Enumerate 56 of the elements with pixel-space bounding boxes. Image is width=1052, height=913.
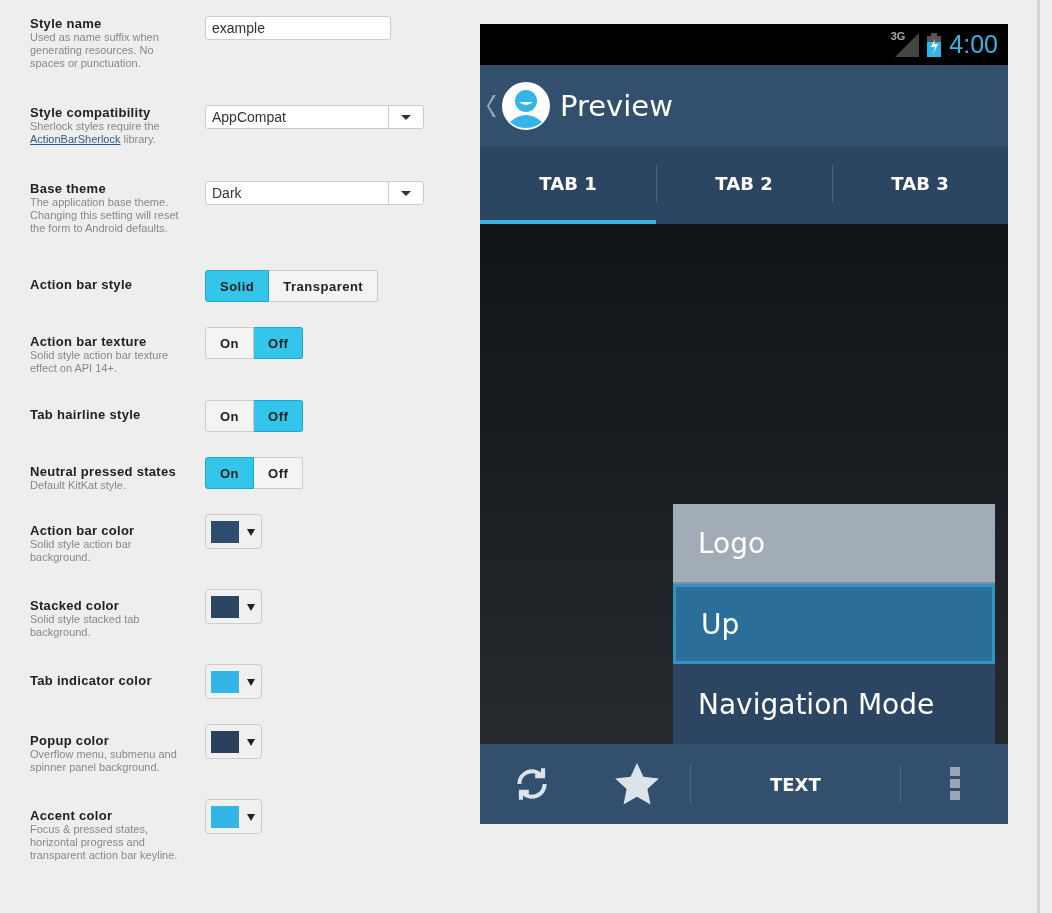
caret-icon bbox=[247, 677, 255, 686]
toggle-option[interactable]: Solid bbox=[205, 270, 270, 302]
dropdown-select[interactable]: Dark bbox=[205, 181, 424, 205]
setting-hint: Sherlock styles require the ActionBarSherlock library. bbox=[30, 120, 161, 146]
library-link[interactable]: ActionBarSherlock bbox=[30, 133, 121, 145]
network-label: 3G bbox=[890, 30, 906, 42]
color-picker[interactable] bbox=[205, 664, 262, 699]
setting-label: Action bar color bbox=[30, 523, 136, 538]
setting-label: Base theme bbox=[30, 181, 107, 196]
setting-hint: Solid style stacked tab background. bbox=[30, 613, 141, 639]
setting-label: Action bar style bbox=[30, 277, 134, 292]
menu-item[interactable]: Navigation Mode bbox=[673, 664, 995, 744]
setting-label: Tab indicator color bbox=[30, 673, 153, 688]
color-picker[interactable] bbox=[205, 724, 262, 759]
caret-icon bbox=[247, 737, 255, 746]
avatar-icon bbox=[502, 82, 550, 130]
setting-hint: Used as name suffix when generating resources. No spaces or punctuation. bbox=[30, 31, 160, 70]
setting-hint: Overflow menu, submenu and spinner panel background. bbox=[30, 748, 178, 774]
preview-tab[interactable]: TAB 3 bbox=[832, 147, 1008, 224]
toggle-option[interactable]: Off bbox=[254, 400, 304, 432]
overflow-menu-icon[interactable] bbox=[949, 767, 960, 801]
toggle-option[interactable]: Transparent bbox=[269, 270, 379, 302]
menu-item[interactable]: Up bbox=[673, 584, 995, 664]
style-name-field[interactable]: example bbox=[205, 16, 391, 40]
battery-icon bbox=[927, 32, 942, 57]
preview-tab[interactable]: TAB 2 bbox=[656, 147, 832, 224]
color-picker[interactable] bbox=[205, 799, 262, 834]
toggle-option[interactable]: Off bbox=[254, 457, 304, 489]
dropdown-select[interactable]: AppCompat bbox=[205, 105, 424, 129]
setting-label: Action bar texture bbox=[30, 334, 148, 349]
toggle-option[interactable]: On bbox=[205, 457, 255, 489]
setting-label: Neutral pressed states bbox=[30, 464, 178, 479]
setting-label: Style compatibility bbox=[30, 105, 152, 120]
action-bar-title: Preview bbox=[560, 89, 673, 123]
setting-label: Accent color bbox=[30, 808, 114, 823]
setting-label: Tab hairline style bbox=[30, 407, 142, 422]
text-action[interactable]: TEXT bbox=[770, 773, 821, 795]
star-icon[interactable] bbox=[615, 763, 660, 805]
setting-hint: Focus & pressed states, horizontal progress and transparent action bar keyline. bbox=[30, 823, 179, 862]
toggle-option[interactable]: Off bbox=[254, 327, 304, 359]
setting-hint: The application base theme. Changing this setting will reset the form to Android defaults. bbox=[30, 196, 180, 235]
setting-hint: Solid style action bar texture effect on API 14+. bbox=[30, 349, 170, 375]
setting-hint: Solid style action bar background. bbox=[30, 538, 133, 564]
caret-icon bbox=[247, 527, 255, 536]
clock-time: 4:00 bbox=[949, 30, 998, 59]
setting-hint: Default KitKat style. bbox=[30, 479, 127, 492]
setting-label: Style name bbox=[30, 16, 103, 31]
caret-icon bbox=[247, 602, 255, 611]
setting-label: Popup color bbox=[30, 733, 111, 748]
caret-icon bbox=[247, 812, 255, 821]
toggle-option[interactable]: On bbox=[205, 400, 255, 432]
color-picker[interactable] bbox=[205, 514, 262, 549]
color-picker[interactable] bbox=[205, 589, 262, 624]
setting-label: Stacked color bbox=[30, 598, 121, 613]
back-chevron-icon[interactable] bbox=[486, 94, 498, 118]
toggle-option[interactable]: On bbox=[205, 327, 255, 359]
